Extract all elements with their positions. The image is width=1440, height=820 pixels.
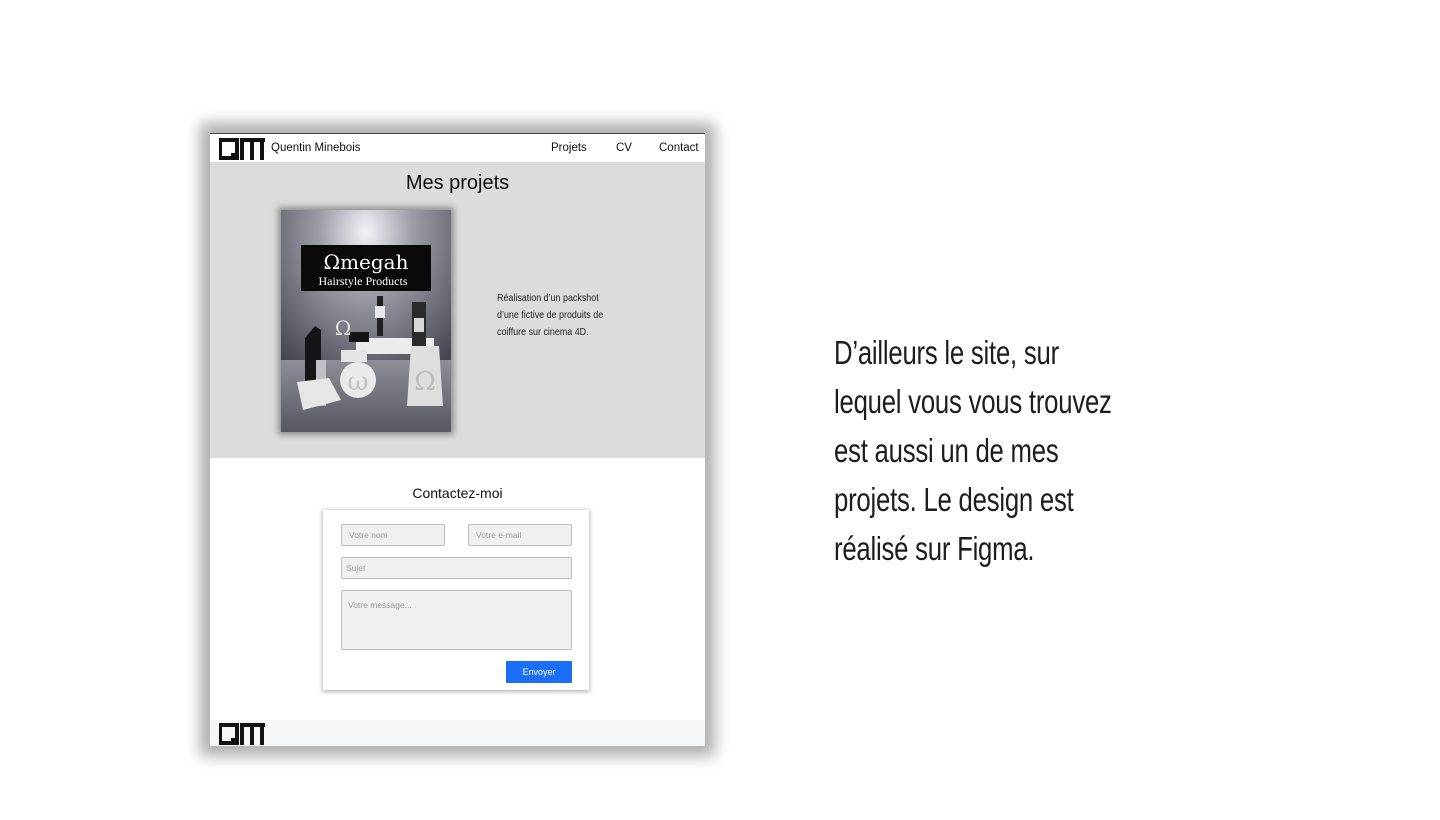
send-button[interactable]: Envoyer	[506, 661, 572, 683]
website-mockup: Quentin Minebois Projets CV Contact Mes …	[210, 133, 705, 746]
subject-input[interactable]	[341, 557, 572, 579]
nav-link-cv[interactable]: CV	[616, 142, 632, 154]
project-image: Ωmegah Hairstyle Products Ω ω Ω	[281, 210, 451, 432]
brand-name[interactable]: Quentin Minebois	[271, 142, 361, 154]
email-input[interactable]	[468, 524, 572, 546]
image-brand-text: Ωmegah	[324, 250, 409, 274]
projects-section: Mes projets Ωmegah Hairstyle Products Ω …	[210, 162, 705, 458]
projects-title: Mes projets	[405, 172, 510, 194]
contact-form: Envoyer	[323, 510, 589, 690]
nav-link-contact[interactable]: Contact	[659, 142, 699, 154]
footer	[210, 720, 705, 746]
image-tagline-text: Hairstyle Products	[319, 274, 408, 288]
project-card-omegah[interactable]: Ωmegah Hairstyle Products Ω ω Ω	[281, 210, 451, 432]
top-navbar: Quentin Minebois Projets CV Contact	[210, 133, 705, 163]
qm-logo-icon[interactable]	[219, 138, 265, 160]
contact-title: Contactez-moi	[412, 485, 503, 501]
qm-logo-icon[interactable]	[219, 723, 265, 745]
svg-text:Ω: Ω	[335, 316, 352, 340]
name-input[interactable]	[341, 524, 445, 546]
project-description: Réalisation d’un packshot d’une fictive …	[497, 292, 604, 338]
svg-text:ω: ω	[347, 367, 368, 397]
nav-link-projets[interactable]: Projets	[551, 142, 587, 154]
slide-caption: D’ailleurs le site, sur lequel vous vous…	[834, 334, 1112, 567]
svg-text:Ω: Ω	[414, 367, 436, 397]
message-textarea[interactable]	[341, 590, 572, 650]
